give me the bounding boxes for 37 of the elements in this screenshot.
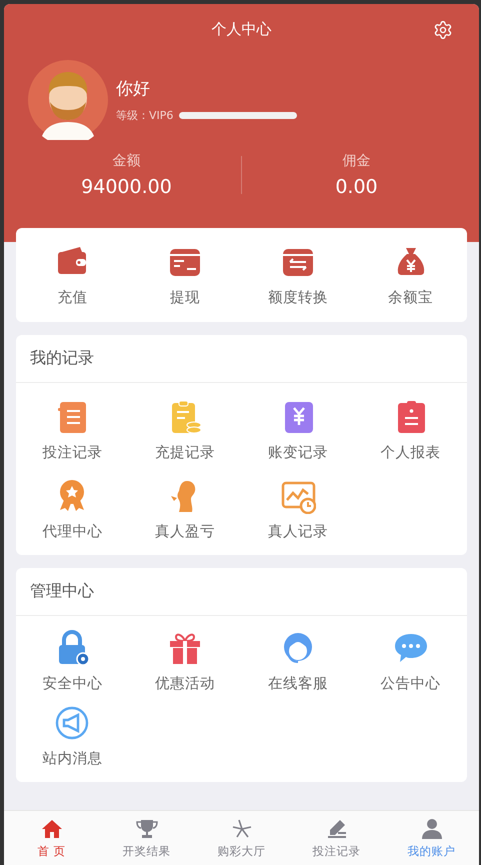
menu-item-label[interactable]: 提现	[170, 288, 200, 307]
menu-item-label[interactable]: 代理中心	[42, 522, 102, 541]
trophy-icon	[136, 818, 158, 840]
menu-item-label[interactable]: 真人记录	[268, 522, 328, 541]
menu-item-label[interactable]: 优惠活动	[155, 674, 216, 693]
section-title: 管理中心	[16, 568, 467, 616]
balance-value: 94000.00	[81, 176, 172, 198]
menu-item-label[interactable]: 真人盈亏	[155, 522, 216, 541]
menu-item-label[interactable]: 投注记录	[42, 443, 102, 462]
menu-item-label[interactable]: 额度转换	[268, 288, 328, 307]
pencil-note-icon	[326, 818, 348, 840]
menu-item-label[interactable]: 个人报表	[380, 443, 441, 462]
greeting: 你好	[116, 78, 151, 100]
menu-item-label[interactable]: 公告中心	[380, 674, 441, 693]
nav-tab[interactable]: 我的账户	[384, 811, 479, 865]
menu-item-label[interactable]: 充提记录	[155, 443, 216, 462]
nav-tab[interactable]: 开奖结果	[99, 811, 194, 865]
balance-label: 佣金	[342, 152, 370, 170]
menu-item-label[interactable]: 充值	[57, 288, 88, 307]
nav-tab[interactable]: 首 页	[4, 811, 99, 865]
megaphone-icon[interactable]	[54, 705, 90, 741]
menu-item-label[interactable]: 站内消息	[42, 749, 102, 768]
balance-label: 金额	[112, 152, 140, 170]
nav-tab[interactable]: 投注记录	[289, 811, 384, 865]
settings-icon[interactable]	[433, 20, 453, 40]
vip-level: 等级：VIP6	[116, 108, 174, 123]
balance-value: 0.00	[335, 176, 378, 198]
home-icon	[40, 818, 62, 840]
section-title: 我的记录	[16, 335, 467, 383]
menu-item-label[interactable]: 安全中心	[42, 674, 102, 693]
page-title: 个人中心	[212, 20, 272, 38]
menu-item-label[interactable]: 余额宝	[388, 288, 434, 307]
menu-item-label[interactable]: 账变记录	[268, 443, 328, 462]
pinwheel-icon	[230, 818, 252, 840]
person-icon	[420, 818, 442, 840]
menu-item-label[interactable]: 在线客服	[268, 674, 328, 693]
nav-tab[interactable]: 购彩大厅	[194, 811, 289, 865]
